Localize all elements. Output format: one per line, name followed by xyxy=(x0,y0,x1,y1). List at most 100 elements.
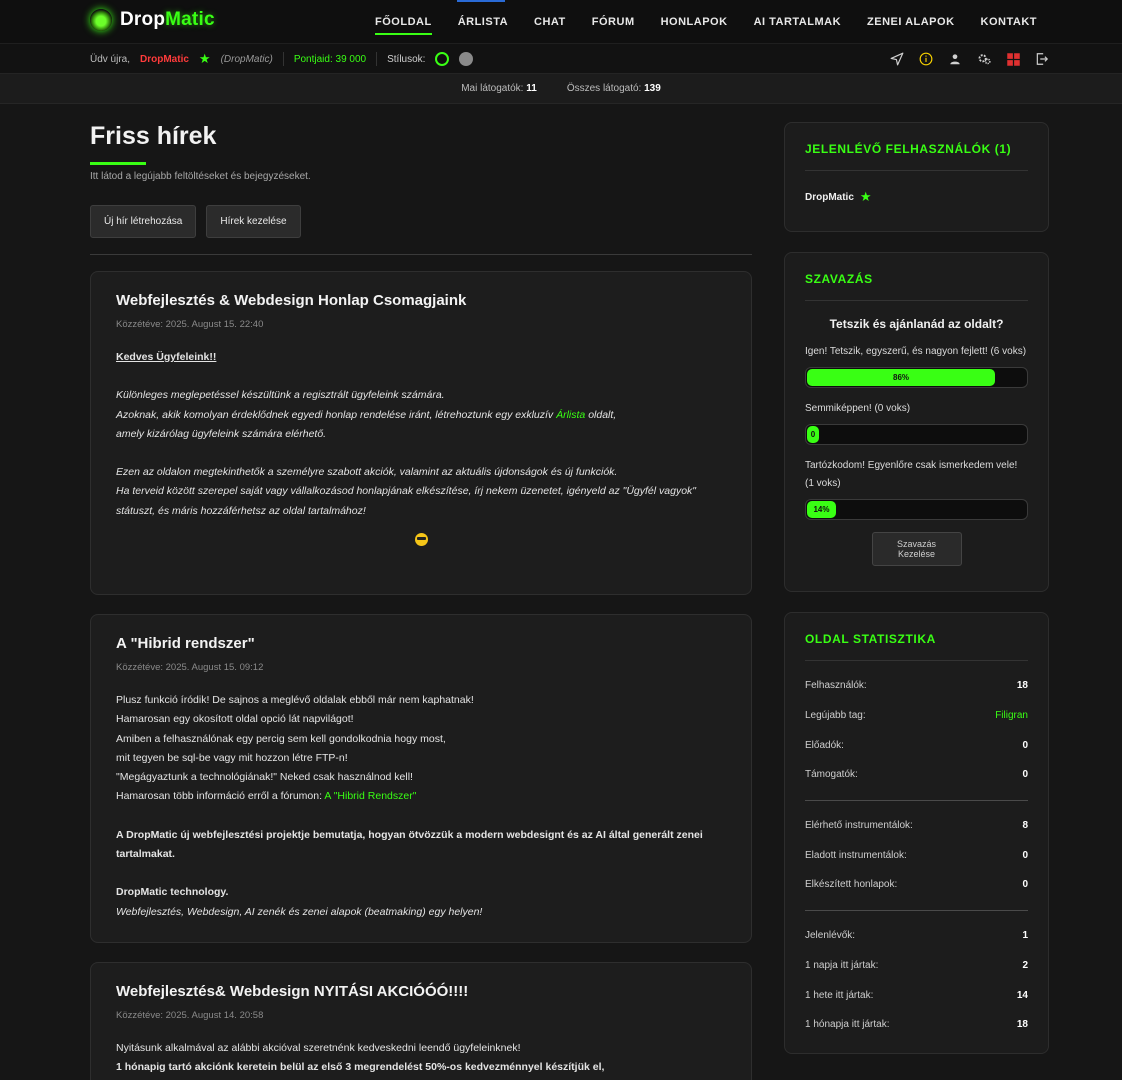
online-user[interactable]: DropMatic ★ xyxy=(805,189,1028,205)
style-green-button[interactable] xyxy=(435,52,450,66)
nav-arlista[interactable]: ÁRLISTA xyxy=(445,0,521,44)
nav-zenei-alapok[interactable]: ZENEI ALAPOK xyxy=(854,0,968,44)
poll-manage-button[interactable]: Szavazás Kezelése xyxy=(871,532,962,566)
post-line-text: Azoknak, akik komolyan érdeklődnek egyed… xyxy=(116,408,557,421)
post-body: Kedves Ügyfeleink!! Különleges meglepeté… xyxy=(116,348,726,553)
stat-label: Jelenlévők: xyxy=(805,930,856,942)
nav-forum[interactable]: FÓRUM xyxy=(579,0,648,44)
stat-value: 0 xyxy=(1022,739,1028,751)
today-visitors-value: 11 xyxy=(526,83,537,94)
poll-option-bar[interactable]: 0 xyxy=(805,424,1028,445)
post-line: amely kizárólag ügyfeleink számára elérh… xyxy=(116,427,327,440)
stat-value: 0 xyxy=(1022,879,1028,891)
stat-value[interactable]: Filigran xyxy=(995,710,1028,721)
post-title[interactable]: Webfejlesztés& Webdesign NYITÁSI AKCIÓÓÓ… xyxy=(116,983,726,1000)
post-line: Hamarosan egy okosított oldal opció lát … xyxy=(116,713,354,726)
poll-fill: 0 xyxy=(807,426,819,443)
username-link[interactable]: DropMatic xyxy=(140,54,189,65)
stat-row: Támogatók: 0 xyxy=(805,760,1028,790)
stat-value: 14 xyxy=(1016,989,1028,1001)
style-gray-button[interactable] xyxy=(459,52,474,66)
stat-label: Elkészített honlapok: xyxy=(805,879,898,891)
stat-value: 18 xyxy=(1016,680,1028,692)
stat-label: Előadók: xyxy=(805,739,844,751)
nav-ai-tartalmak[interactable]: AI TARTALMAK xyxy=(741,0,854,44)
stat-value: 2 xyxy=(1022,959,1028,971)
stat-label: 1 hónapja itt jártak: xyxy=(805,1019,890,1031)
poll-option-label[interactable]: Igen! Tetszik, egyszerű, és nagyon fejle… xyxy=(805,343,1028,361)
post-line: Webfejlesztés, Webdesign, AI zenék és ze… xyxy=(116,905,483,918)
divider xyxy=(805,909,1028,911)
nav-chat[interactable]: CHAT xyxy=(521,0,579,44)
top-navbar: DropMatic FŐOLDAL ÁRLISTA CHAT FÓRUM HON… xyxy=(0,0,1122,44)
new-news-button[interactable]: Új hír létrehozása xyxy=(90,205,197,238)
hibrid-rendszer-link[interactable]: A "Hibrid Rendszer" xyxy=(324,790,416,802)
nav-kontakt[interactable]: KONTAKT xyxy=(968,0,1050,44)
post-title[interactable]: Webfejlesztés & Webdesign Honlap Csomagj… xyxy=(116,292,726,309)
nav-honlapok[interactable]: HONLAPOK xyxy=(648,0,741,44)
logo-icon xyxy=(90,9,112,31)
post-date: Közzétéve: 2025. August 14. 20:58 xyxy=(116,1010,264,1021)
post-line: 1 hónapig tartó akciónk keretein belül a… xyxy=(116,1061,605,1074)
poll-question: Tetszik és ajánlanád az oldalt? xyxy=(829,317,1004,331)
arlista-link[interactable]: Árlista xyxy=(556,409,585,421)
post-title[interactable]: A "Hibrid rendszer" xyxy=(116,635,726,652)
total-visitors-value: 139 xyxy=(644,83,661,94)
poll-option-bar[interactable]: 14% xyxy=(805,499,1028,520)
today-visitors-label: Mai látogatók: xyxy=(461,83,524,94)
info-icon[interactable] xyxy=(918,51,934,67)
stat-row: Elkészített honlapok: 0 xyxy=(805,870,1028,900)
page-title: Friss hírek xyxy=(90,122,217,150)
sunglasses-emoji-icon xyxy=(414,533,428,547)
poll-option-label[interactable]: Semmiképpen! (0 voks) xyxy=(805,400,1028,418)
divider xyxy=(805,660,1028,661)
divider xyxy=(376,52,378,66)
divider xyxy=(805,300,1028,301)
stat-row: 1 napja itt jártak: 2 xyxy=(805,951,1028,981)
manage-news-button[interactable]: Hírek kezelése xyxy=(206,205,301,238)
stat-row: Legújabb tag: Filigran xyxy=(805,701,1028,731)
post-date: Közzétéve: 2025. August 15. 22:40 xyxy=(116,319,264,330)
stat-value: 1 xyxy=(1022,930,1028,942)
poll-option-bar[interactable]: 86% xyxy=(805,367,1028,388)
post-date: Közzétéve: 2025. August 15. 09:12 xyxy=(116,662,264,673)
site-logo[interactable]: DropMatic xyxy=(90,9,215,31)
logo-text: DropMatic xyxy=(120,9,215,31)
settings-icon[interactable] xyxy=(976,51,992,67)
send-icon[interactable] xyxy=(889,51,905,67)
post-line: Különleges meglepetéssel készültünk a re… xyxy=(116,389,445,402)
post-greeting: Kedves Ügyfeleink!! xyxy=(116,351,217,363)
stat-row: Felhasználók: 18 xyxy=(805,671,1028,701)
stats-group: Felhasználók: 18 Legújabb tag: Filigran Előa… xyxy=(805,667,1028,794)
post-line: státuszt, és máris hozzáférhetsz az olda… xyxy=(116,504,366,517)
post-line: Nyitásunk alkalmával az alábbi akcióval … xyxy=(116,1042,521,1054)
stat-value: 8 xyxy=(1022,820,1028,832)
stat-label: 1 hete itt jártak: xyxy=(805,989,874,1001)
post-line: Amiben a felhasználónak egy percig sem k… xyxy=(116,732,446,745)
stat-label: Legújabb tag: xyxy=(805,710,866,722)
post-line: tartalmakat. xyxy=(116,848,175,861)
page-subtitle: Itt látod a legújabb feltöltéseket és be… xyxy=(90,171,311,182)
star-icon: ★ xyxy=(859,189,872,204)
user-icon[interactable] xyxy=(947,51,963,67)
stat-label: Támogatók: xyxy=(805,769,858,781)
stat-row: Jelenlévők: 1 xyxy=(805,921,1028,951)
nav-fooldal[interactable]: FŐOLDAL xyxy=(362,0,445,44)
post-line: DropMatic technology. xyxy=(116,886,229,899)
online-users-card: JELENLÉVŐ FELHASZNÁLÓK (1) DropMatic ★ xyxy=(784,122,1049,232)
poll-option-label[interactable]: Tartózkodom! Egyenlőre csak ismerkedem v… xyxy=(805,457,1028,493)
today-visitors: Mai látogatók: 11 xyxy=(461,83,537,94)
total-visitors: Összes látogató: 139 xyxy=(567,83,661,94)
divider xyxy=(805,170,1028,171)
logout-icon[interactable] xyxy=(1034,51,1050,67)
post-line-text: Hamarosan több információ erről a fórumo… xyxy=(116,790,325,803)
poll-card: SZAVAZÁS Tetszik és ajánlanád az oldalt?… xyxy=(784,252,1049,592)
dashboard-icon[interactable] xyxy=(1005,51,1021,67)
post-body: Nyitásunk alkalmával az alábbi akcióval … xyxy=(116,1039,726,1078)
card-title: OLDAL STATISZTIKA xyxy=(805,632,936,646)
total-visitors-label: Összes látogató: xyxy=(566,83,642,94)
